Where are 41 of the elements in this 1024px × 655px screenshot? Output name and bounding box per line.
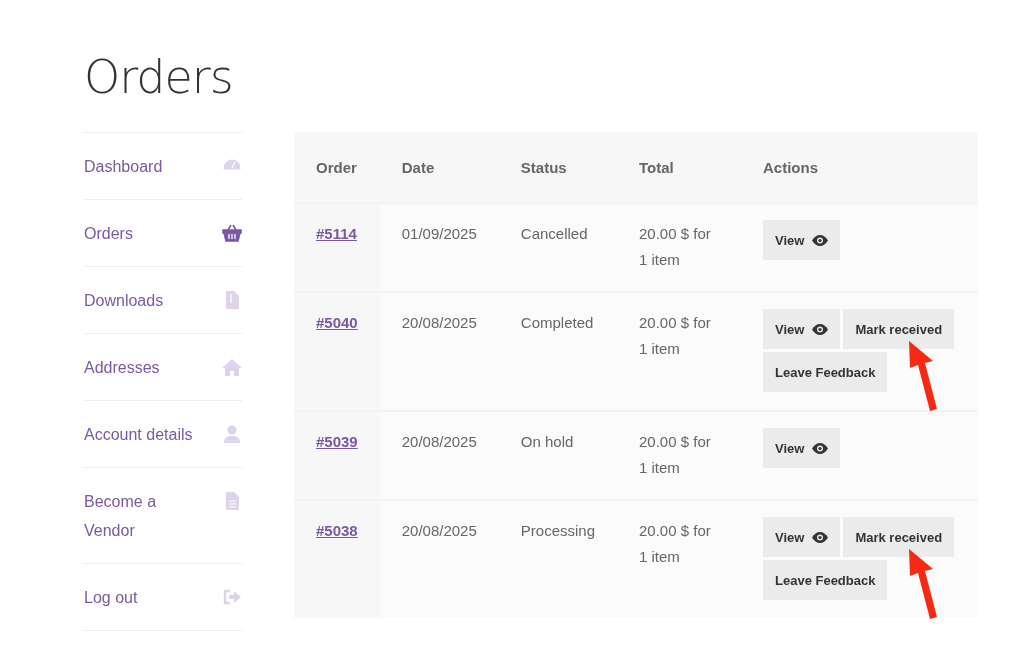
column-header: Actions: [741, 132, 978, 203]
column-header: Total: [617, 132, 741, 203]
sidebar-item[interactable]: Dashboard: [84, 133, 242, 200]
date-cell: 20/08/2025: [401, 314, 477, 331]
eye-icon: [812, 234, 829, 246]
column-header: Date: [379, 132, 499, 203]
column-header: Status: [498, 132, 617, 203]
status-cell: Processing: [520, 522, 595, 539]
action-button[interactable]: Mark received: [843, 517, 955, 557]
action-button[interactable]: Leave Feedback: [763, 560, 888, 600]
eye-icon: [812, 442, 829, 454]
column-header: Order: [294, 132, 380, 203]
sidebar-item[interactable]: Addresses: [84, 334, 242, 401]
sidebar-item[interactable]: Downloads: [84, 267, 242, 334]
page-title: Orders: [84, 50, 234, 104]
date-cell: 20/08/2025: [401, 522, 477, 539]
order-link[interactable]: #5039: [316, 433, 358, 450]
view-button[interactable]: View: [763, 309, 841, 349]
eye-icon: [812, 531, 829, 543]
total-cell-text: 20.00 $ for 1 item: [639, 521, 712, 567]
sidebar-item[interactable]: Account details: [84, 401, 242, 468]
order-link[interactable]: #5040: [316, 314, 358, 331]
eye-icon: [812, 323, 829, 335]
view-button[interactable]: View: [763, 428, 841, 468]
total-cell-text: 20.00 $ for 1 item: [639, 224, 712, 270]
action-button[interactable]: Leave Feedback: [763, 352, 888, 392]
date-cell: 01/09/2025: [401, 225, 477, 242]
total-cell-text: 20.00 $ for 1 item: [639, 432, 712, 478]
sidebar-item[interactable]: Orders: [84, 200, 242, 267]
total-cell-text: 20.00 $ for 1 item: [639, 313, 712, 359]
view-button[interactable]: View: [763, 517, 841, 557]
status-cell: Cancelled: [520, 225, 588, 242]
view-button[interactable]: View: [763, 220, 841, 260]
sidebar-item[interactable]: Become a Vendor: [84, 468, 242, 564]
action-button[interactable]: Mark received: [843, 309, 955, 349]
status-cell: Completed: [520, 314, 594, 331]
order-link[interactable]: #5038: [316, 522, 358, 539]
status-cell: On hold: [520, 433, 574, 450]
date-cell: 20/08/2025: [401, 433, 477, 450]
order-link[interactable]: #5114: [316, 225, 357, 242]
sidebar-item[interactable]: Log out: [84, 564, 242, 631]
